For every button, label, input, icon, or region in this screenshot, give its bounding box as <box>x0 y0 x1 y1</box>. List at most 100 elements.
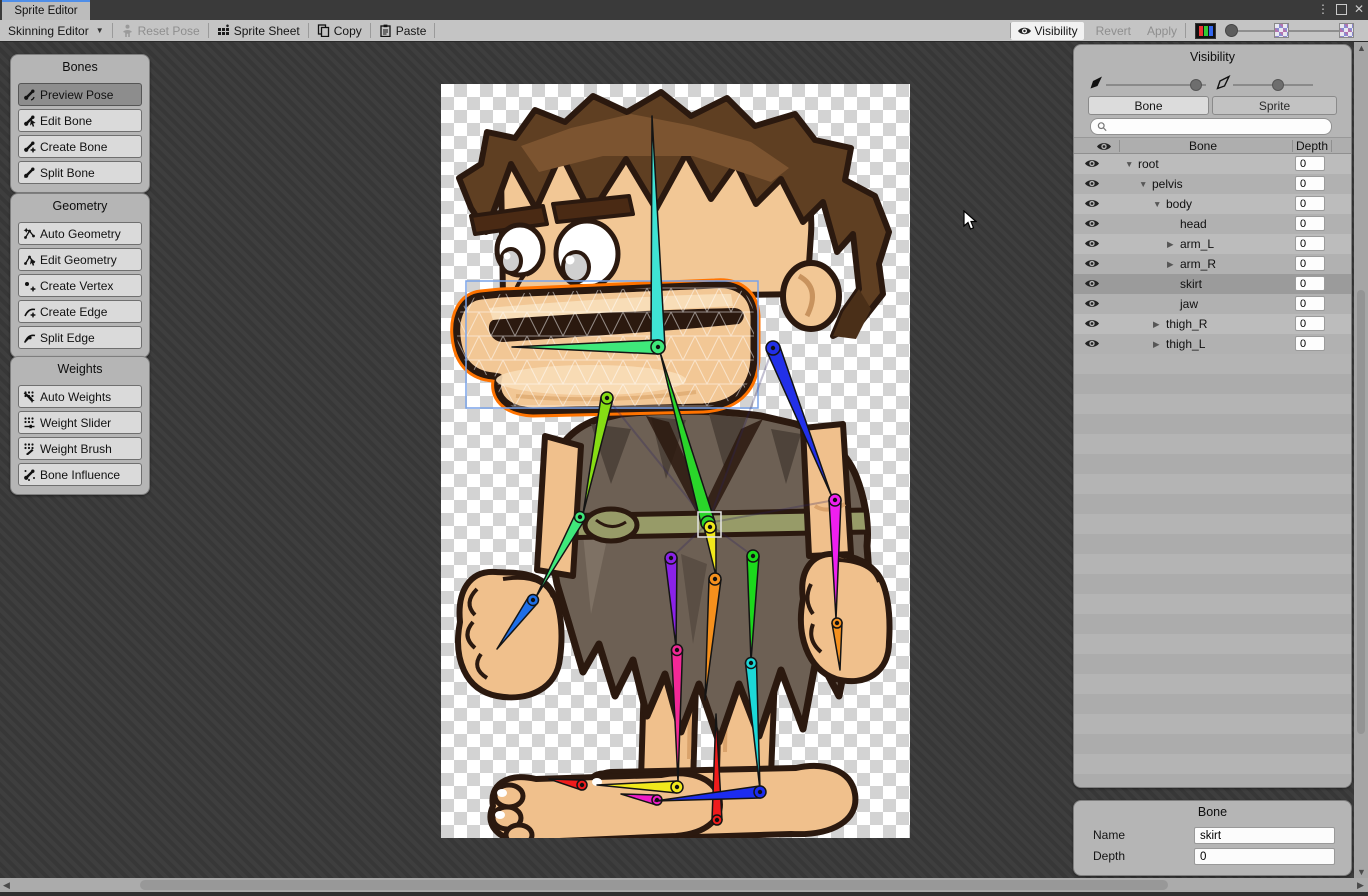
depth-input[interactable] <box>1295 156 1325 171</box>
visibility-toggle-button[interactable]: Visibility <box>1011 22 1084 40</box>
window-menu-icon[interactable]: ⋮ <box>1317 2 1329 16</box>
visibility-eye-icon[interactable] <box>1084 338 1100 349</box>
tab-sprite[interactable]: Sprite <box>1212 96 1337 115</box>
depth-input[interactable] <box>1295 236 1325 251</box>
collapse-arrow-icon[interactable]: ▼ <box>1153 199 1161 209</box>
scroll-right-icon[interactable]: ▶ <box>1357 880 1364 891</box>
scroll-left-icon[interactable]: ◀ <box>3 880 10 891</box>
weight-brush-icon <box>23 442 36 455</box>
bone-row-arm_L[interactable]: ▶ arm_L <box>1074 234 1352 254</box>
visibility-eye-icon[interactable] <box>1084 178 1100 189</box>
visibility-eye-icon[interactable] <box>1084 158 1100 169</box>
visibility-eye-icon[interactable] <box>1084 318 1100 329</box>
visibility-eye-icon[interactable] <box>1084 198 1100 209</box>
bone-row-thigh_L[interactable]: ▶ thigh_L <box>1074 334 1352 354</box>
depth-input[interactable] <box>1295 176 1325 191</box>
tab-bone[interactable]: Bone <box>1088 96 1209 115</box>
apply-button[interactable]: Apply <box>1139 20 1185 41</box>
depth-input[interactable] <box>1295 196 1325 211</box>
split-edge-button[interactable]: Split Edge <box>18 326 142 349</box>
bones-tool-group: Bones Preview PoseEdit BoneCreate BoneSp… <box>10 54 150 193</box>
geometry-group-title: Geometry <box>11 194 149 219</box>
sprite-sheet-button[interactable]: Sprite Sheet <box>209 20 308 41</box>
paste-icon <box>379 24 392 37</box>
depth-input[interactable] <box>1295 276 1325 291</box>
tab-sprite-editor[interactable]: Sprite Editor <box>2 0 90 20</box>
visibility-eye-icon[interactable] <box>1084 258 1100 269</box>
visibility-eye-icon[interactable] <box>1084 218 1100 229</box>
collapse-arrow-icon[interactable]: ▼ <box>1139 179 1147 189</box>
bone-row-head[interactable]: head <box>1074 214 1352 234</box>
depth-input[interactable] <box>1295 296 1325 311</box>
bone-name-field[interactable] <box>1194 827 1335 844</box>
collapse-arrow-icon[interactable]: ▼ <box>1125 159 1133 169</box>
bone-name-label: arm_L <box>1180 237 1214 251</box>
horizontal-scrollbar[interactable]: ◀ ▶ <box>0 878 1368 892</box>
close-icon[interactable]: ✕ <box>1354 2 1364 16</box>
opacity-slider-track[interactable] <box>1238 30 1274 32</box>
name-label: Name <box>1093 828 1125 842</box>
visibility-eye-icon[interactable] <box>1084 278 1100 289</box>
expand-arrow-icon[interactable]: ▶ <box>1153 339 1160 350</box>
edit-bone-button[interactable]: Edit Bone <box>18 109 142 132</box>
bone-search-box[interactable] <box>1090 118 1332 135</box>
bone-name-label: thigh_L <box>1166 337 1205 351</box>
weights-group-title: Weights <box>11 357 149 382</box>
bone-row-root[interactable]: ▼root <box>1074 154 1352 174</box>
opacity-slider-knob[interactable] <box>1225 24 1238 37</box>
depth-input[interactable] <box>1295 316 1325 331</box>
visibility-eye-icon[interactable] <box>1084 238 1100 249</box>
vertical-scrollbar[interactable]: ▲ ▼ <box>1354 42 1368 878</box>
expand-arrow-icon[interactable]: ▶ <box>1167 239 1174 250</box>
paste-button[interactable]: Paste <box>371 20 435 41</box>
split-bone-button[interactable]: Split Bone <box>18 161 142 184</box>
horizontal-scrollbar-thumb[interactable] <box>140 880 1168 890</box>
weight-opacity-slider-track[interactable] <box>1289 30 1339 32</box>
depth-input[interactable] <box>1295 256 1325 271</box>
scroll-up-icon[interactable]: ▲ <box>1357 43 1366 53</box>
maximize-icon[interactable] <box>1336 4 1347 15</box>
tool-button-label: Preview Pose <box>40 88 113 102</box>
vertical-scrollbar-thumb[interactable] <box>1357 290 1365 734</box>
expand-arrow-icon[interactable]: ▶ <box>1167 259 1174 270</box>
create-bone-button[interactable]: Create Bone <box>18 135 142 158</box>
bone-table-header: Bone Depth <box>1074 137 1352 154</box>
reset-pose-button[interactable]: Reset Pose <box>113 20 208 41</box>
bone-row-body[interactable]: ▼body <box>1074 194 1352 214</box>
tool-button-label: Create Bone <box>40 140 107 154</box>
auto-weights-button[interactable]: Auto Weights <box>18 385 142 408</box>
split-bone-icon <box>23 166 36 179</box>
bone-row-jaw[interactable]: jaw <box>1074 294 1352 314</box>
bone-row-skirt[interactable]: skirt <box>1074 274 1352 294</box>
auto-geometry-button[interactable]: Auto Geometry <box>18 222 142 245</box>
mesh-opacity-slider-knob[interactable] <box>1272 79 1284 91</box>
create-edge-button[interactable]: Create Edge <box>18 300 142 323</box>
depth-input[interactable] <box>1295 336 1325 351</box>
separator <box>1185 23 1186 38</box>
bone-name-label: head <box>1180 217 1207 231</box>
copy-button[interactable]: Copy <box>309 20 370 41</box>
bone-row-arm_R[interactable]: ▶arm_R <box>1074 254 1352 274</box>
weight-brush-button[interactable]: Weight Brush <box>18 437 142 460</box>
scroll-down-icon[interactable]: ▼ <box>1357 867 1366 877</box>
tab-title: Sprite Editor <box>14 5 77 17</box>
expand-arrow-icon[interactable]: ▶ <box>1153 319 1160 330</box>
bone-influence-button[interactable]: Bone Influence <box>18 463 142 486</box>
visibility-eye-icon[interactable] <box>1084 298 1100 309</box>
weight-slider-button[interactable]: Weight Slider <box>18 411 142 434</box>
bone-row-thigh_R[interactable]: ▶thigh_R <box>1074 314 1352 334</box>
bone-depth-field[interactable] <box>1194 848 1335 865</box>
edit-geometry-button[interactable]: Edit Geometry <box>18 248 142 271</box>
skinning-editor-dropdown[interactable]: Skinning Editor ▼ <box>0 20 112 41</box>
create-vertex-button[interactable]: Create Vertex <box>18 274 142 297</box>
bone-detail-panel: Bone Name Depth <box>1073 800 1352 876</box>
depth-input[interactable] <box>1295 216 1325 231</box>
revert-button[interactable]: Revert <box>1088 20 1139 41</box>
search-input[interactable] <box>1111 120 1325 134</box>
sprite-tint-color-button[interactable] <box>1195 23 1216 39</box>
preview-pose-button[interactable]: Preview Pose <box>18 83 142 106</box>
sprite-canvas[interactable] <box>441 84 910 838</box>
bone-row-pelvis[interactable]: ▼pelvis <box>1074 174 1352 194</box>
bone-opacity-slider-knob[interactable] <box>1190 79 1202 91</box>
tool-button-label: Auto Weights <box>40 390 111 404</box>
